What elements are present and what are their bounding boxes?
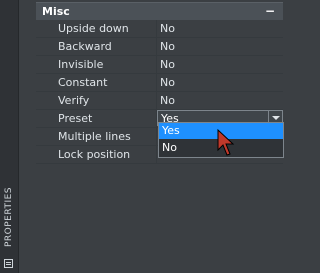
properties-side-strip: PROPERTIES — [0, 0, 19, 273]
property-row-backward[interactable]: Backward No — [36, 38, 283, 56]
properties-vertical-title[interactable]: PROPERTIES — [0, 185, 18, 249]
properties-panel-icon[interactable] — [4, 259, 13, 268]
property-name: Verify — [58, 94, 90, 107]
column-divider — [156, 56, 157, 73]
property-value[interactable]: No — [160, 76, 175, 89]
property-name: Invisible — [58, 58, 104, 71]
property-row-constant[interactable]: Constant No — [36, 74, 283, 92]
property-name: Preset — [58, 112, 93, 125]
column-divider — [156, 20, 157, 37]
property-value[interactable]: No — [160, 94, 175, 107]
column-divider — [156, 92, 157, 109]
property-value[interactable]: No — [160, 58, 175, 71]
property-row-upside-down[interactable]: Upside down No — [36, 20, 283, 38]
column-divider — [156, 146, 157, 163]
misc-section-header[interactable]: Misc − — [36, 2, 283, 20]
property-row-verify[interactable]: Verify No — [36, 92, 283, 110]
option-label: Yes — [162, 124, 180, 137]
property-row-invisible[interactable]: Invisible No — [36, 56, 283, 74]
property-name: Backward — [58, 40, 112, 53]
column-divider — [156, 38, 157, 55]
property-value[interactable]: No — [160, 22, 175, 35]
column-divider — [156, 128, 157, 145]
property-name: Multiple lines — [58, 130, 131, 143]
section-title: Misc — [42, 5, 70, 18]
collapse-icon[interactable]: − — [265, 4, 275, 18]
properties-title-text: PROPERTIES — [4, 186, 14, 248]
property-name: Upside down — [58, 22, 129, 35]
property-name: Lock position — [58, 148, 131, 161]
mouse-pointer-icon — [217, 128, 235, 156]
property-name: Constant — [58, 76, 108, 89]
option-label: No — [162, 141, 177, 154]
property-value[interactable]: No — [160, 40, 175, 53]
column-divider — [156, 74, 157, 91]
